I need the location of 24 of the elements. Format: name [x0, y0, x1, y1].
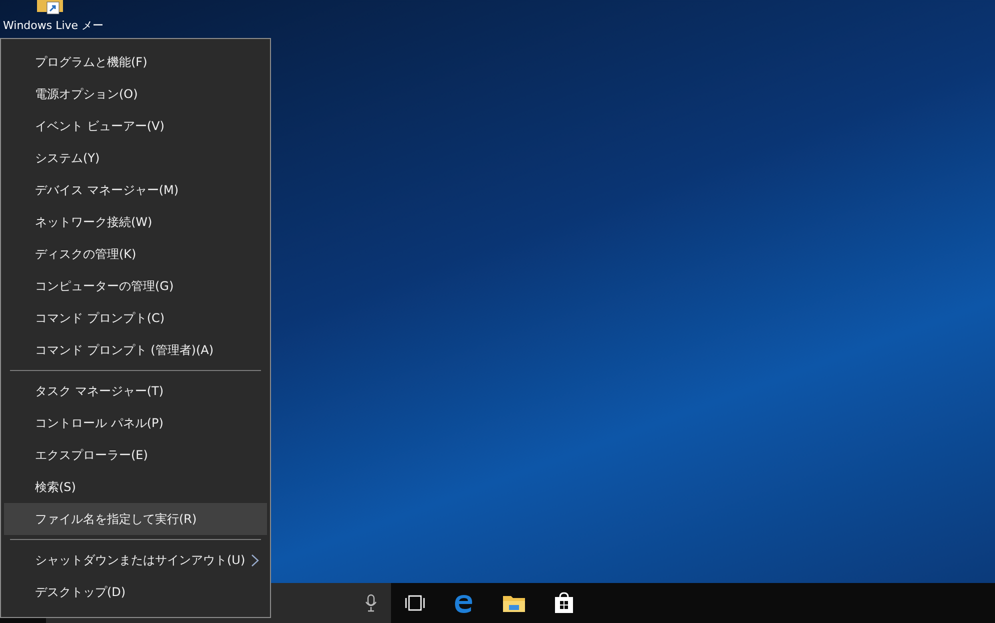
menu-item[interactable]: システム(Y): [4, 142, 267, 174]
menu-item[interactable]: 電源オプション(O): [4, 78, 267, 110]
menu-item[interactable]: 検索(S): [4, 471, 267, 503]
menu-item[interactable]: プログラムと機能(F): [4, 46, 267, 78]
menu-item[interactable]: イベント ビューアー(V): [4, 110, 267, 142]
menu-item[interactable]: タスク マネージャー(T): [4, 375, 267, 407]
menu-item[interactable]: シャットダウンまたはサインアウト(U): [4, 544, 267, 576]
menu-item[interactable]: コントロール パネル(P): [4, 407, 267, 439]
menu-item[interactable]: コンピューターの管理(G): [4, 270, 267, 302]
chevron-right-icon: [251, 554, 259, 567]
menu-item[interactable]: ファイル名を指定して実行(R): [4, 503, 267, 535]
browser-e-icon[interactable]: [454, 593, 474, 613]
desktop-icon-label[interactable]: Windows Live メー: [3, 18, 104, 34]
menu-item[interactable]: デバイス マネージャー(M): [4, 174, 267, 206]
menu-item[interactable]: コマンド プロンプト (管理者)(A): [4, 334, 267, 366]
menu-item[interactable]: ディスクの管理(K): [4, 238, 267, 270]
task-view-icon[interactable]: [405, 595, 425, 611]
menu-item[interactable]: コマンド プロンプト(C): [4, 302, 267, 334]
menu-item[interactable]: デスクトップ(D): [4, 576, 267, 608]
menu-item[interactable]: エクスプローラー(E): [4, 439, 267, 471]
menu-item[interactable]: ネットワーク接続(W): [4, 206, 267, 238]
folder-icon[interactable]: [503, 594, 525, 612]
shopping-bag-icon[interactable]: [554, 592, 574, 614]
microphone-icon[interactable]: [365, 594, 377, 612]
